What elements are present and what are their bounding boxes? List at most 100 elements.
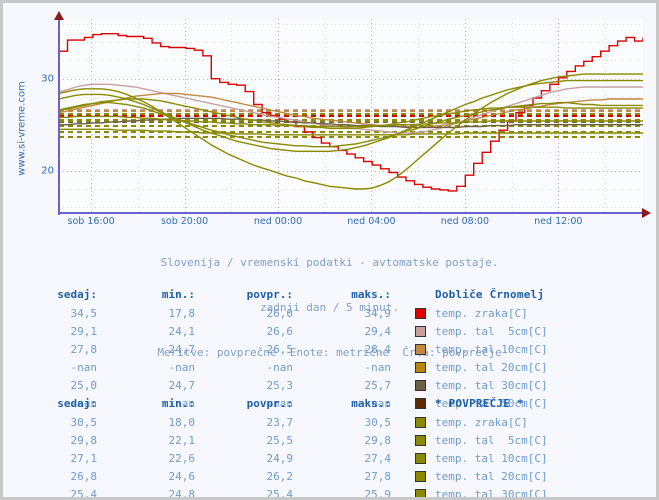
legend-swatch-cell [415, 468, 433, 484]
stat-value-maks: 28,4 [364, 342, 392, 356]
stat-value-min: 24,6 [168, 469, 196, 483]
legend-swatch-cell [415, 432, 433, 448]
stat-value-sedaj: 25,4 [70, 487, 98, 498]
column-header: sedaj: [57, 288, 97, 301]
stat-value-maks: 27,4 [364, 451, 392, 465]
stat-value-sedaj: 26,8 [70, 469, 98, 483]
series-group-name: Dobliče Črnomelj [435, 288, 545, 301]
stat-value-min: 18,0 [168, 415, 196, 429]
color-swatch-icon [415, 417, 426, 428]
stat-value-sedaj: 27,1 [70, 451, 98, 465]
series-label: temp. tal 10cm[C] [435, 451, 548, 465]
stat-value-povpr: 26,5 [266, 342, 294, 356]
column-header: min.: [161, 288, 195, 301]
stat-value-maks: 29,8 [364, 433, 392, 447]
group-swatch-spacer [415, 286, 433, 303]
color-swatch-icon [415, 380, 426, 391]
stat-value-sedaj: 30,5 [70, 415, 98, 429]
legend-swatch-cell [415, 414, 433, 430]
table-row: 29,1 24,1 26,6 29,4 temp. tal 5cm[C] [23, 323, 639, 339]
series-line [59, 33, 643, 192]
temperature-chart: 20 30 sob 16:00 sob 20:00 ned 00:00 ned 04:0… [3, 11, 656, 227]
stat-value-min: 24,1 [168, 324, 196, 338]
color-swatch-icon [415, 362, 426, 373]
series-label: temp. tal 5cm[C] [435, 324, 548, 338]
legend-swatch-cell [415, 359, 433, 375]
column-header: min.: [161, 397, 195, 410]
stat-value-min: 24,7 [168, 342, 196, 356]
y-axis-tick-label: 20 [41, 165, 54, 177]
y-axis-line [58, 19, 60, 215]
column-header: povpr.: [246, 288, 293, 301]
x-axis-arrow-icon [642, 208, 651, 218]
stat-value-povpr: 25,4 [266, 487, 294, 498]
y-axis-arrow-icon [54, 11, 64, 20]
stat-value-maks: 27,8 [364, 469, 392, 483]
color-swatch-icon [415, 344, 426, 355]
series-line [59, 128, 643, 136]
table-row: 29,8 22,1 25,5 29,8 temp. tal 5cm[C] [23, 432, 639, 448]
table-row: 27,8 24,7 26,5 28,4 temp. tal 10cm[C] [23, 341, 639, 357]
column-header: povpr.: [246, 397, 293, 410]
column-header: maks.: [351, 288, 391, 301]
stat-value-min: 24,7 [168, 378, 196, 392]
color-swatch-icon [415, 435, 426, 446]
stat-value-min: 24,8 [168, 487, 196, 498]
group-swatch-spacer [415, 395, 433, 412]
y-axis-tick-label: 30 [41, 73, 54, 85]
stat-value-povpr: -nan [266, 360, 294, 374]
color-swatch-icon [415, 489, 426, 497]
stat-value-maks: 34,9 [364, 306, 392, 320]
table-row: 26,8 24,6 26,2 27,8 temp. tal 20cm[C] [23, 468, 639, 484]
table-row: 25,4 24,8 25,4 25,9 temp. tal 30cm[C] [23, 486, 639, 497]
stat-value-povpr: 26,6 [266, 324, 294, 338]
series-label: temp. tal 5cm[C] [435, 433, 548, 447]
stat-value-maks: 29,4 [364, 324, 392, 338]
plot-area [59, 19, 643, 212]
series-label: temp. tal 10cm[C] [435, 342, 548, 356]
stat-value-sedaj: 29,8 [70, 433, 98, 447]
stat-value-povpr: 25,5 [266, 433, 294, 447]
series-label: temp. tal 30cm[C] [435, 487, 548, 498]
column-header: maks.: [351, 397, 391, 410]
series-label: temp. tal 20cm[C] [435, 469, 548, 483]
stat-value-maks: 25,9 [364, 487, 392, 498]
stat-value-sedaj: 34,5 [70, 306, 98, 320]
legend-swatch-cell [415, 486, 433, 497]
stat-value-min: 17,8 [168, 306, 196, 320]
stat-value-povpr: 26,2 [266, 469, 294, 483]
legend-swatch-cell [415, 341, 433, 357]
stat-value-min: 22,1 [168, 433, 196, 447]
legend-swatch-cell [415, 377, 433, 393]
table-row: 34,5 17,8 26,0 34,9 temp. zraka[C] [23, 305, 639, 321]
series-label: temp. tal 30cm[C] [435, 378, 548, 392]
table-row: 30,5 18,0 23,7 30,5 temp. zraka[C] [23, 414, 639, 430]
series-label: temp. tal 20cm[C] [435, 360, 548, 374]
legend-swatch-cell [415, 323, 433, 339]
y-axis-ticks: 20 30 [3, 19, 58, 215]
table-header-row: sedaj: min.: povpr.: maks.: Dobliče Črnomelj [23, 286, 639, 303]
stat-value-min: -nan [168, 360, 196, 374]
stat-value-povpr: 26,0 [266, 306, 294, 320]
table-row: -nan -nan -nan -nan temp. tal 20cm[C] [23, 359, 639, 375]
stat-value-sedaj: 27,8 [70, 342, 98, 356]
series-paths [59, 33, 643, 192]
stat-value-sedaj: 25,0 [70, 378, 98, 392]
stats-table-average: sedaj: min.: povpr.: maks.: * POVPREČJE * 30,… [21, 393, 641, 497]
column-header: sedaj: [57, 397, 97, 410]
color-swatch-icon [415, 471, 426, 482]
series-label: temp. zraka[C] [435, 306, 528, 320]
table-header-row: sedaj: min.: povpr.: maks.: * POVPREČJE * [23, 395, 639, 412]
stat-value-maks: -nan [364, 360, 392, 374]
stat-value-maks: 25,7 [364, 378, 392, 392]
table-row: 27,1 22,6 24,9 27,4 temp. tal 10cm[C] [23, 450, 639, 466]
color-swatch-icon [415, 453, 426, 464]
stat-value-min: 22,6 [168, 451, 196, 465]
color-swatch-icon [415, 308, 426, 319]
legend-swatch-cell [415, 450, 433, 466]
table-row: 25,0 24,7 25,3 25,7 temp. tal 30cm[C] [23, 377, 639, 393]
series-line [59, 92, 643, 129]
stat-value-sedaj: 29,1 [70, 324, 98, 338]
caption-line-1: Slovenija / vremenski podatki - avtomats… [160, 256, 499, 269]
stat-value-maks: 30,5 [364, 415, 392, 429]
